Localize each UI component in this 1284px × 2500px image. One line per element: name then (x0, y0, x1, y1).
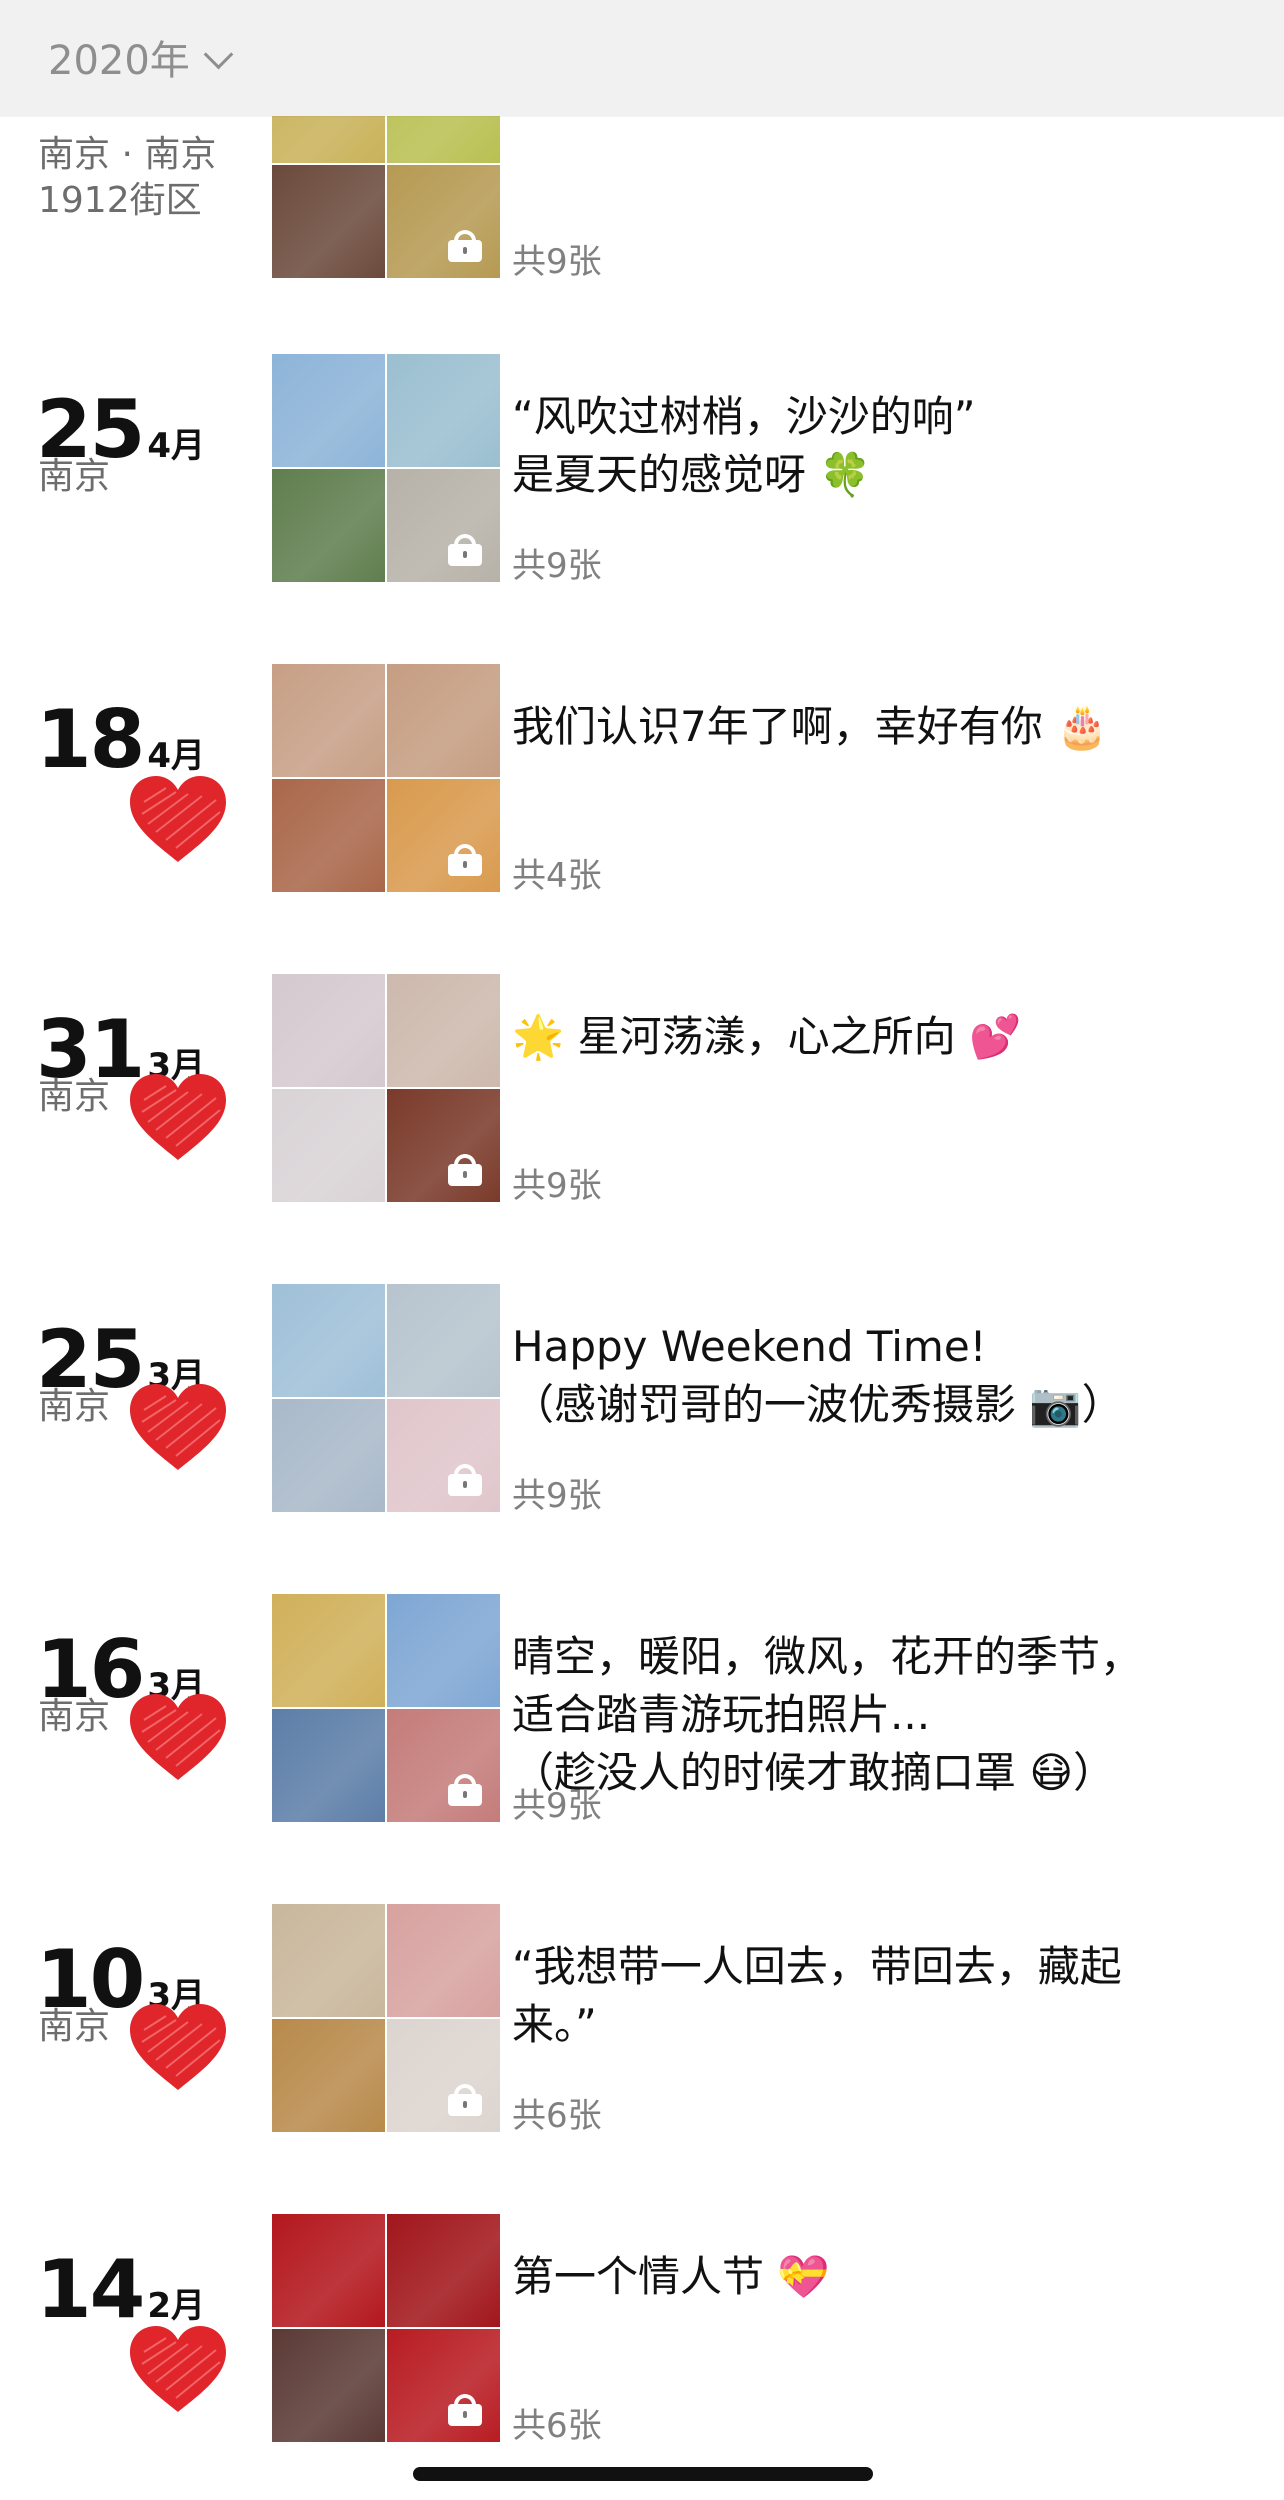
photo-thumbnail[interactable] (272, 2214, 385, 2327)
photo-grid[interactable] (272, 2214, 500, 2442)
lock-icon (448, 1774, 482, 1806)
photo-grid[interactable] (272, 1284, 500, 1512)
photo-grid[interactable] (272, 664, 500, 892)
heart-icon (126, 1070, 230, 1166)
entry-location: 南京 (38, 1386, 111, 1427)
heart-icon (126, 1690, 230, 1786)
entry-date: 18 4月 (36, 700, 205, 780)
photo-thumbnail[interactable] (387, 664, 500, 777)
photo-thumbnail[interactable] (387, 1089, 500, 1202)
timeline-entry[interactable]: 25 4月 南京 “风吹过树梢，沙沙的响” 是夏天的感觉呀 🍀 共9张 (0, 354, 1284, 594)
entry-text: “风吹过树梢，沙沙的响” 是夏天的感觉呀 🍀 (512, 392, 976, 499)
year-label: 2020年 (48, 38, 190, 84)
lock-icon (448, 230, 482, 262)
timeline-entry[interactable]: 14 2月 第一个情人节 💝 共6张 (0, 2214, 1284, 2454)
photo-count: 共9张 (512, 1476, 602, 1516)
timeline-entry[interactable]: 25 3月 南京 Happy Weekend Time! （感谢罚哥的一波优秀摄影 📷… (0, 1284, 1284, 1524)
heart-icon (126, 2000, 230, 2096)
timeline-entry[interactable]: 18 4月 我们认识7年了啊，幸好有你 🎂 共4张 (0, 664, 1284, 904)
lock-icon (448, 1154, 482, 1186)
photo-grid[interactable] (272, 1594, 500, 1822)
heart-icon (126, 772, 230, 868)
photo-thumbnail[interactable] (272, 1594, 385, 1707)
top-bar: 2020年 (0, 0, 1284, 116)
entry-month: 2月 (147, 2286, 205, 2326)
photo-thumbnail[interactable] (387, 1399, 500, 1512)
entry-location: 南京 (38, 1076, 111, 1117)
photo-count: 共9张 (512, 1166, 602, 1206)
photo-thumbnail[interactable] (387, 1709, 500, 1822)
chevron-down-icon (203, 39, 234, 69)
entry-text: 晴空，暖阳，微风，花开的季节， 适合踏青游玩拍照片... （趁没人的时候才敢摘口… (512, 1632, 1143, 1797)
entry-date: 14 2月 (36, 2250, 205, 2330)
entry-text: Happy Weekend Time! （感谢罚哥的一波优秀摄影 📷） (512, 1322, 1124, 1429)
timeline-entry[interactable]: 31 3月 南京 🌟 星河荡漾，心之所向 💕 共9张 (0, 974, 1284, 1214)
photo-count: 共6张 (512, 2096, 602, 2136)
entry-text: 第一个情人节 💝 (512, 2252, 830, 2301)
heart-icon (126, 1380, 230, 1476)
photo-grid[interactable] (272, 974, 500, 1202)
photo-thumbnail[interactable] (387, 1594, 500, 1707)
entry-location: 南京 (38, 456, 111, 497)
photo-thumbnail[interactable] (272, 1904, 385, 2017)
photo-grid[interactable] (272, 354, 500, 582)
photo-thumbnail[interactable] (387, 974, 500, 1087)
photo-thumbnail[interactable] (387, 2329, 500, 2442)
lock-icon (448, 2084, 482, 2116)
entry-text: 我们认识7年了啊，幸好有你 🎂 (512, 702, 1109, 751)
photo-thumbnail[interactable] (272, 779, 385, 892)
photo-thumbnail[interactable] (272, 165, 385, 278)
photo-thumbnail[interactable] (387, 2019, 500, 2132)
year-selector[interactable]: 2020年 (48, 28, 234, 86)
lock-icon (448, 1464, 482, 1496)
entry-day: 14 (36, 2243, 145, 2336)
photo-thumbnail[interactable] (272, 469, 385, 582)
photo-thumbnail[interactable] (272, 354, 385, 467)
entry-month: 4月 (147, 736, 205, 776)
photo-count: 共6张 (512, 2406, 602, 2446)
photo-thumbnail[interactable] (387, 1284, 500, 1397)
entry-location: 南京 (38, 1696, 111, 1737)
photo-count: 共4张 (512, 856, 602, 896)
photo-thumbnail[interactable] (387, 165, 500, 278)
timeline-entry[interactable]: 10 3月 南京 “我想带一人回去，带回去，藏起 来。” 共6张 (0, 1904, 1284, 2144)
photo-thumbnail[interactable] (387, 779, 500, 892)
entry-location: 南京 (38, 2006, 111, 2047)
photo-thumbnail[interactable] (272, 1709, 385, 1822)
photo-thumbnail[interactable] (272, 1399, 385, 1512)
photo-count: 共9张 (512, 242, 602, 282)
lock-icon (448, 534, 482, 566)
home-indicator[interactable] (413, 2467, 873, 2481)
entry-text: 🌟 星河荡漾，心之所向 💕 (512, 1012, 1022, 1061)
entry-text: “我想带一人回去，带回去，藏起 来。” (512, 1942, 1122, 2049)
lock-icon (448, 844, 482, 876)
heart-icon (126, 2322, 230, 2418)
photo-thumbnail[interactable] (272, 1089, 385, 1202)
photo-count: 共9张 (512, 546, 602, 586)
photo-thumbnail[interactable] (387, 469, 500, 582)
photo-thumbnail[interactable] (272, 2329, 385, 2442)
photo-thumbnail[interactable] (387, 1904, 500, 2017)
photo-count: 共9张 (512, 1786, 602, 1826)
lock-icon (448, 2394, 482, 2426)
photo-thumbnail[interactable] (387, 2214, 500, 2327)
photo-thumbnail[interactable] (387, 354, 500, 467)
entry-day: 18 (36, 693, 145, 786)
photo-thumbnail[interactable] (272, 2019, 385, 2132)
entry-location: 南京 · 南京 1912街区 (38, 134, 217, 221)
photo-thumbnail[interactable] (272, 664, 385, 777)
entry-month: 4月 (147, 426, 205, 466)
photo-thumbnail[interactable] (272, 1284, 385, 1397)
photo-grid[interactable] (272, 1904, 500, 2132)
timeline-entry[interactable]: 16 3月 南京 晴空，暖阳，微风，花开的季节， 适合踏青游玩拍照片... （趁没人的… (0, 1594, 1284, 1834)
photo-thumbnail[interactable] (272, 974, 385, 1087)
